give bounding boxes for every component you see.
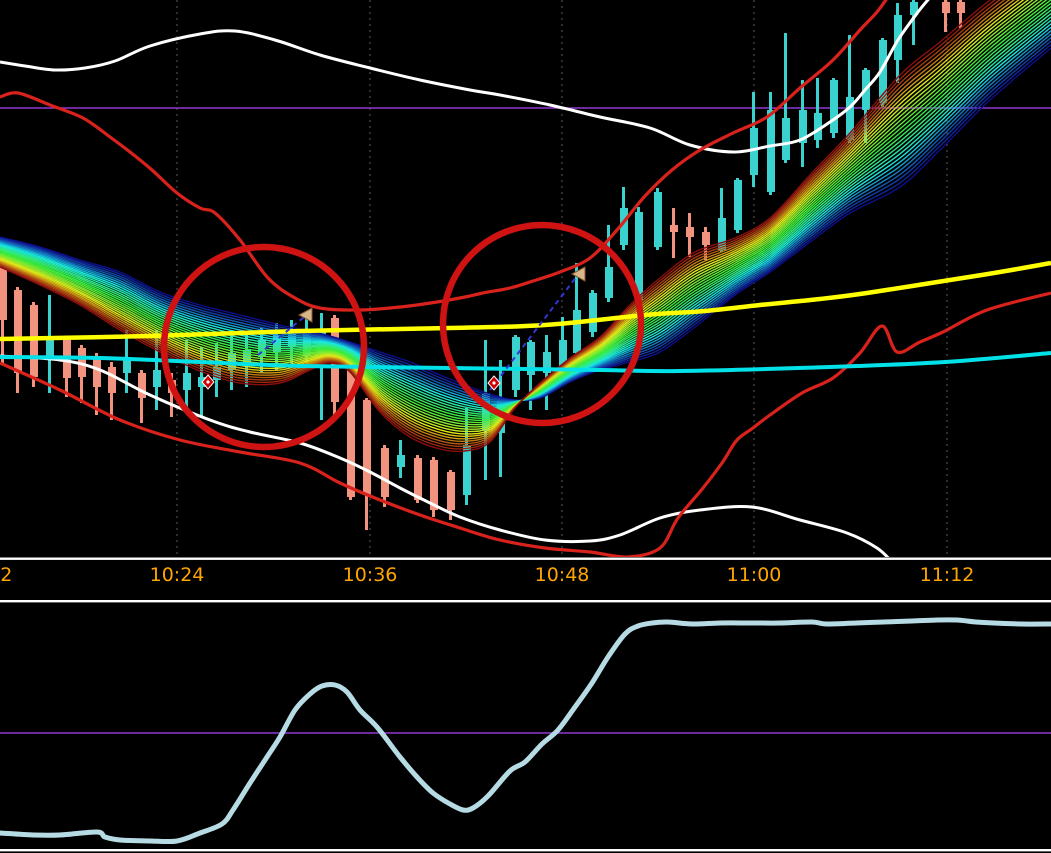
panel-separator-line: [0, 849, 1051, 852]
chart-window: 10:12 10:24 10:36 10:48 11:00 11:12: [0, 0, 1051, 853]
candle-body: [108, 367, 116, 393]
time-axis-label: 10:36: [343, 564, 398, 586]
time-axis-label: 11:00: [727, 564, 782, 586]
candle-body: [463, 445, 471, 495]
diamond-marker-center: [492, 381, 496, 385]
candle-body: [138, 373, 146, 398]
candle-body: [153, 370, 161, 387]
diamond-marker-center: [206, 380, 210, 384]
candle-body: [183, 373, 191, 390]
candle-body: [447, 472, 455, 510]
time-axis-label: 10:24: [150, 564, 205, 586]
time-axis-label: 11:12: [920, 564, 975, 586]
candle-body: [957, 2, 965, 13]
candle-body: [830, 80, 838, 133]
candle-body: [702, 232, 710, 245]
chart-background: [0, 0, 1051, 853]
candle-body: [414, 458, 422, 500]
candle-body: [686, 227, 694, 237]
candle-body: [93, 358, 101, 387]
candle-body: [397, 455, 405, 467]
candle-body: [767, 110, 775, 192]
main-chart-svg[interactable]: 10:12 10:24 10:36 10:48 11:00 11:12: [0, 0, 1051, 853]
candle-body: [363, 400, 371, 495]
panel-separator-line: [0, 600, 1051, 603]
time-axis-label: 10:48: [535, 564, 590, 586]
candle-body: [512, 337, 520, 390]
candle-body: [381, 448, 389, 497]
candle-body: [123, 360, 131, 373]
candle-body: [573, 310, 581, 353]
candle-body: [782, 118, 790, 160]
candle-body: [734, 180, 742, 230]
candle-body: [942, 2, 950, 13]
candle-body: [670, 225, 678, 232]
candle-body: [605, 267, 613, 298]
candle-body: [654, 192, 662, 247]
candle-body: [589, 293, 597, 332]
candle-body: [750, 128, 758, 175]
panel-separator-line: [0, 557, 1051, 560]
time-axis-label: 10:12: [0, 564, 12, 586]
candle-body: [14, 290, 22, 373]
candle-body: [30, 305, 38, 377]
